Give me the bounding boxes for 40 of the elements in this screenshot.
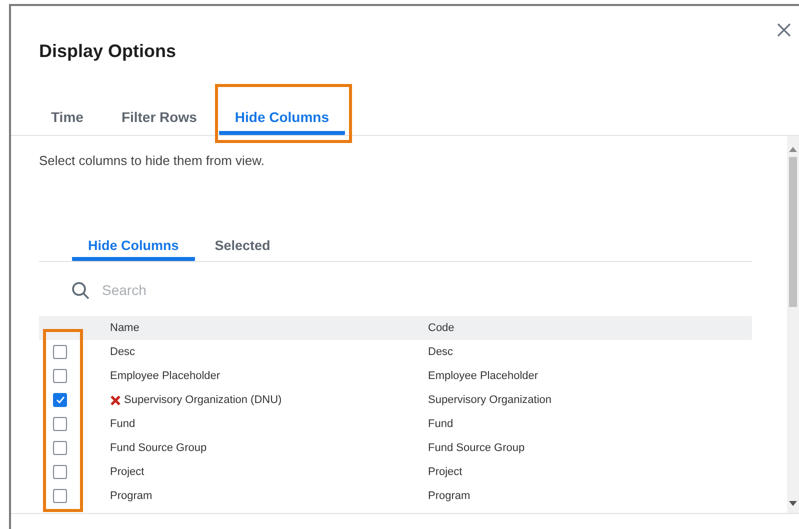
close-icon	[777, 23, 791, 37]
column-header: Code	[428, 322, 456, 334]
table-cell: Supervisory Organization (DNU)	[124, 394, 282, 406]
checkbox[interactable]	[53, 489, 67, 503]
table-cell: Employee Placeholder	[110, 370, 220, 382]
table-cell: Project	[110, 466, 144, 478]
column-header: Name	[110, 322, 140, 334]
table-cell: Fund Source Group	[428, 442, 525, 454]
tab[interactable]: Time	[35, 89, 100, 135]
instruction-text: Select columns to hide them from view.	[39, 153, 266, 169]
dialog-title: Display Options	[39, 40, 176, 63]
tab[interactable]: Filter Rows	[105, 89, 213, 135]
table-cell: Supervisory Organization	[428, 394, 552, 406]
checkbox[interactable]	[53, 369, 67, 383]
table-cell: Fund Source Group	[110, 442, 207, 454]
scroll-down-icon[interactable]	[789, 501, 797, 507]
checkbox[interactable]	[53, 441, 67, 455]
tab[interactable]: Selected	[198, 219, 286, 261]
checkbox[interactable]	[53, 417, 67, 431]
scrollbar-thumb[interactable]	[789, 157, 797, 307]
table-cell: Program	[110, 490, 152, 502]
table-cell: Desc	[110, 346, 136, 358]
search-field[interactable]: Search	[102, 282, 322, 298]
search-icon	[71, 280, 90, 300]
table-cell: Fund	[428, 418, 454, 430]
table-cell: Fund	[110, 418, 136, 430]
checkbox[interactable]	[53, 345, 67, 359]
scrollbar[interactable]	[787, 136, 799, 513]
checkbox[interactable]	[53, 393, 67, 407]
close-button[interactable]	[777, 23, 791, 37]
table-cell: Employee Placeholder	[428, 370, 538, 382]
table-cell: Project	[428, 466, 462, 478]
scroll-up-icon[interactable]	[789, 146, 797, 152]
checkbox[interactable]	[53, 465, 67, 479]
table-cell: Desc	[428, 346, 454, 358]
tab[interactable]: Hide Columns	[218, 89, 346, 135]
tab[interactable]: Hide Columns	[72, 219, 195, 261]
checkmark-icon	[56, 396, 64, 404]
x-mark-icon	[110, 394, 121, 406]
table-cell: Program	[428, 490, 470, 502]
